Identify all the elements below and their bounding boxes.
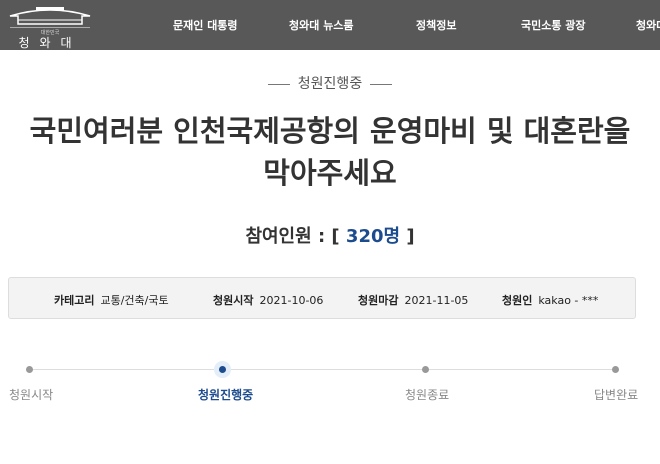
step-dot — [612, 366, 619, 373]
petition-status: 청원진행중 — [0, 73, 660, 93]
petition-info: 카테고리 교통/건축/국토 청원시작 2021-10-06 청원마감 2021-11-… — [8, 277, 636, 319]
blue-house-logo-icon — [9, 7, 91, 25]
top-nav: 대한민국 청와대 문재인 대통령 청와대 뉴스룸 정책정보 국민소통 광장 청와… — [0, 0, 660, 50]
info-petitioner: 청원인 kakao - *** — [502, 294, 599, 307]
step-label-active: 청원진행중 — [198, 388, 254, 402]
nav-newsroom[interactable]: 청와대 뉴스룸 — [289, 17, 354, 33]
nav-communication[interactable]: 국민소통 광장 — [521, 17, 586, 33]
nav-president[interactable]: 문재인 대통령 — [173, 17, 238, 33]
step-label: 청원시작 — [9, 388, 54, 402]
nav-bluehouse[interactable]: 청와대 — [636, 17, 660, 33]
info-end: 청원마감 2021-11-05 — [358, 294, 469, 307]
step-dot — [422, 366, 429, 373]
step-label: 청원종료 — [405, 388, 450, 402]
petition-title: 국민여러분 인천국제공항의 운영마비 및 대혼란을 막아주세요 — [29, 114, 631, 190]
participant-count: 참여인원 : [ 320명 ] — [245, 226, 415, 247]
info-start: 청원시작 2021-10-06 — [213, 294, 324, 307]
logo-name: 청와대 — [18, 36, 82, 50]
progress-track — [29, 369, 615, 370]
logo[interactable]: 대한민국 청와대 — [4, 2, 96, 50]
step-label: 답변완료 — [594, 388, 639, 402]
nav-policy[interactable]: 정책정보 — [416, 17, 456, 33]
info-category: 카테고리 교통/건축/국토 — [54, 294, 169, 307]
step-dot-active — [219, 366, 226, 373]
step-dot — [26, 366, 33, 373]
